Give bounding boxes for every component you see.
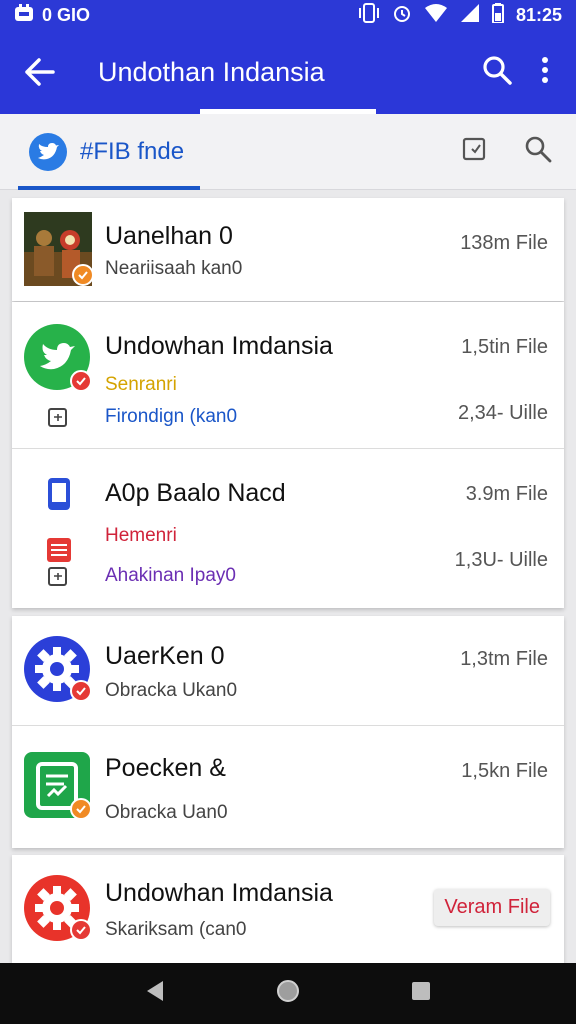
list-item[interactable]: A0p Baalo Nacd Hemenri Ahakinan Ipay0 3.… [12,449,564,608]
app-subtitle-secondary: Ahakinan Ipay0 [105,565,236,586]
file-size: 138m File [460,232,548,254]
verified-badge [70,680,92,702]
list-item[interactable]: Undowhan Imdansia Senranri Firondign (ka… [12,302,564,449]
phone-icon [46,477,72,511]
nav-back-icon [147,981,163,1001]
app-name: Undowhan Imdansia [105,332,333,360]
add-button[interactable] [462,136,488,167]
app-name: Poecken & [105,754,226,782]
app-name: Undowhan Imdansia [105,879,333,907]
app-card: Undowhan Imdansia Senranri Firondign (ka… [12,302,564,608]
search-icon [483,55,512,85]
file-size: 1,5tin File [461,336,548,358]
app-card: Uanelhan 0 Neariisaah kan0 138m File [12,198,564,301]
app-subtitle-secondary: Firondign (kan0 [105,406,238,427]
status-left-text: 0 GIO [42,4,91,25]
vibrate-icon [358,2,380,28]
app-bar: Undothan Indansia [0,30,576,114]
add-box-icon [46,406,70,430]
tab-twitter[interactable]: #FIB fnde [0,114,200,190]
app-subtitle-primary: Hemenri [105,525,177,546]
list-item[interactable]: Poecken & Obracka Uan0 1,5kn File [12,726,564,848]
file-size: 3.9m File [465,483,548,505]
nav-back-button[interactable] [145,980,165,1007]
app-name: A0p Baalo Nacd [105,479,286,507]
battery-icon [491,2,504,28]
app-subtitle: Obracka Uan0 [105,802,228,823]
verified-badge [72,264,94,286]
tab-bar: #FIB fnde [0,114,576,190]
wifi-icon [424,3,448,28]
system-nav-bar [0,963,576,1024]
app-subtitle: Obracka Ukan0 [105,680,238,701]
app-subtitle-primary: Senranri [105,374,177,395]
back-button[interactable] [0,30,80,114]
verified-badge [70,370,92,392]
nav-recents-icon [412,982,430,1000]
verified-badge [70,798,92,820]
signal-icon [460,3,480,28]
arrow-back-icon [25,58,55,86]
file-size: 1,5kn File [461,760,548,782]
alarm-icon [392,3,412,28]
search-icon [525,136,552,163]
verified-badge [70,919,92,941]
app-subtitle: Neariisaah kan0 [105,258,243,279]
app-card: UaerKen 0 Obracka Ukan0 1,3tm File Poeck… [12,616,564,848]
file-size-secondary: 1,3U- Uille [454,549,548,571]
file-size: 1,3tm File [460,648,548,670]
tab-label: #FIB fnde [80,137,185,165]
page-title: Undothan Indansia [98,56,325,87]
nav-home-button[interactable] [275,978,301,1009]
status-bar: 0 GIO 81:25 [0,0,576,30]
twitter-icon [29,132,67,171]
more-vert-icon [542,56,548,83]
app-name: Uanelhan 0 [105,222,233,250]
list-item[interactable]: Uanelhan 0 Neariisaah kan0 138m File [12,198,564,301]
add-box-icon [46,565,70,589]
tab-search-button[interactable] [524,135,552,168]
search-button[interactable] [482,55,512,90]
nav-recents-button[interactable] [411,981,431,1006]
app-card: Undowhan Imdansia Skariksam (can0 Veram … [12,855,564,963]
list-item[interactable]: Undowhan Imdansia Skariksam (can0 Veram … [12,855,564,963]
status-time: 81:25 [515,4,562,25]
app-subtitle: Skariksam (can0 [105,919,247,940]
notification-icon [14,3,34,27]
file-size-secondary: 2,34- Uille [457,402,548,424]
app-name: UaerKen 0 [105,642,225,670]
nav-home-icon [277,980,299,1002]
list-red-icon [46,537,72,563]
tab-indicator [18,185,200,190]
add-box-icon [462,137,486,161]
list-item[interactable]: UaerKen 0 Obracka Ukan0 1,3tm File [12,616,564,726]
open-file-button[interactable]: Veram File [434,889,550,926]
more-options-button[interactable] [540,56,550,89]
